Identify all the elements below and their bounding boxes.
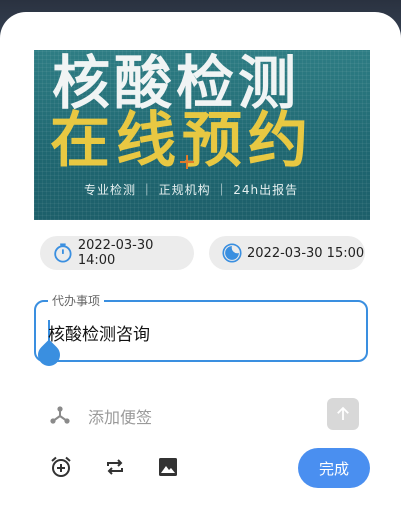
crosshair-mark <box>180 155 194 169</box>
moon-clock-icon <box>222 243 242 263</box>
image-icon[interactable] <box>156 455 180 479</box>
add-note-placeholder: 添加便签 <box>88 408 153 427</box>
start-time-chip[interactable]: 2022-03-30 14:00 <box>40 236 194 270</box>
share-nodes-icon <box>50 406 70 424</box>
send-note-button[interactable] <box>327 398 359 430</box>
arrow-up-icon <box>337 406 349 420</box>
banner-image: 核酸检测 在线预约 专业检测 ｜ 正规机构 ｜ 24h出报告 <box>34 50 370 220</box>
task-field-label: 代办事项 <box>48 292 105 309</box>
start-time-label: 2022-03-30 14:00 <box>77 238 154 268</box>
add-note-row[interactable]: 添加便签 <box>48 400 368 430</box>
end-time-chip[interactable]: 2022-03-30 15:00 <box>209 236 365 270</box>
stopwatch-icon <box>54 243 72 263</box>
repeat-icon[interactable] <box>103 455 127 479</box>
task-input-field[interactable]: 代办事项 核酸检测咨询 <box>33 292 368 371</box>
banner-subtitle: 专业检测 ｜ 正规机构 ｜ 24h出报告 <box>84 183 299 197</box>
alarm-add-icon[interactable] <box>49 455 73 479</box>
end-time-label: 2022-03-30 15:00 <box>247 245 365 261</box>
task-field-value[interactable]: 核酸检测咨询 <box>48 320 150 345</box>
done-button[interactable]: 完成 <box>298 448 370 488</box>
